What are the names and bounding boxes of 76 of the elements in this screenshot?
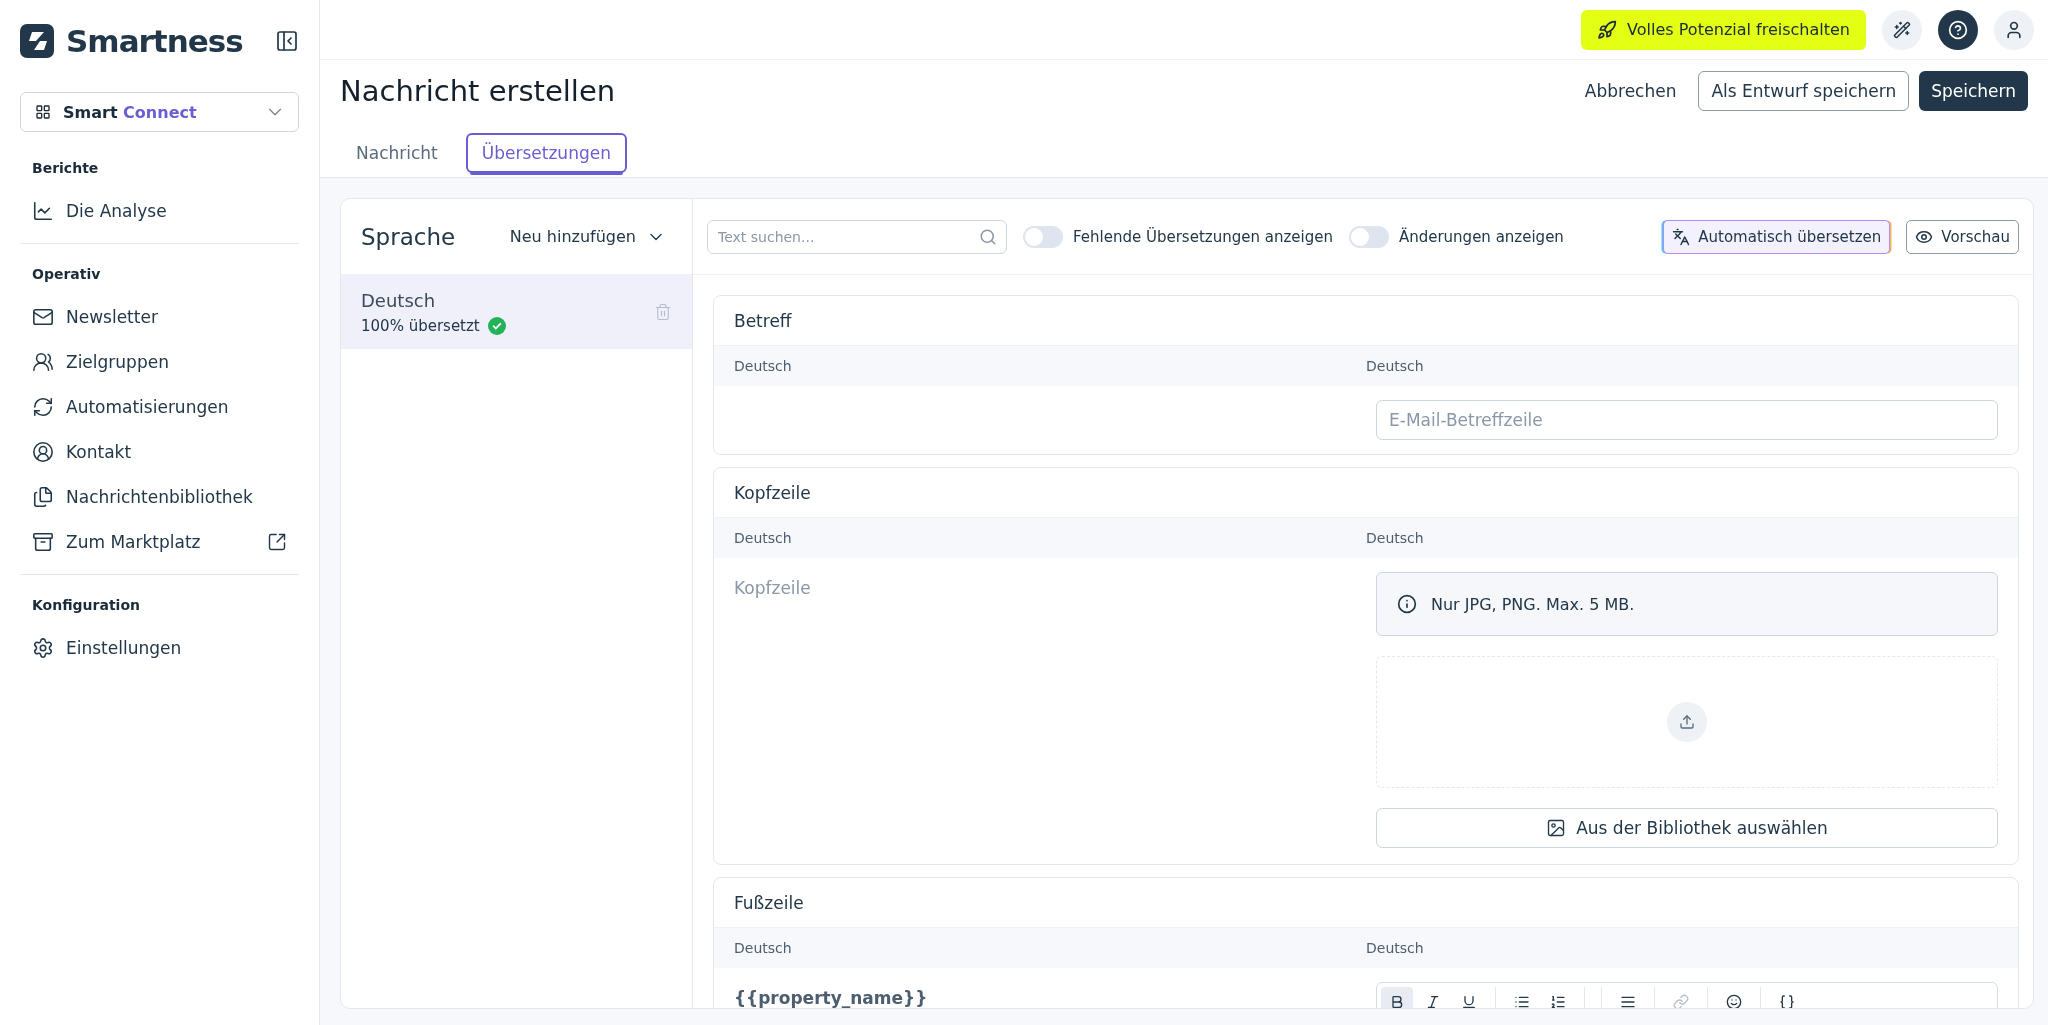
text-field[interactable]: E-Mail-Betreffzeile	[1376, 400, 1998, 440]
language-row[interactable]: Deutsch 100% übersetzt	[341, 275, 692, 349]
nav-item[interactable]: Kontakt	[20, 429, 299, 474]
nav-icon	[32, 440, 54, 463]
translation-status: 100% übersetzt	[361, 316, 480, 335]
panel-title: Sprache	[361, 223, 457, 250]
nav-item[interactable]: Automatisierungen	[20, 384, 299, 429]
column-header: Deutsch	[734, 530, 793, 546]
nav-item[interactable]: Zielgruppen	[20, 339, 299, 384]
upgrade-button[interactable]: Volles Potenzial freischalten	[1581, 9, 1866, 50]
logo-icon	[20, 24, 54, 58]
magic-wand-icon	[1893, 20, 1911, 39]
image-icon	[1546, 818, 1567, 838]
italic-icon	[1425, 994, 1441, 1008]
magic-wand-button[interactable]	[1882, 9, 1922, 50]
toggle-switch[interactable]	[1023, 225, 1063, 248]
column-header: Deutsch	[734, 358, 793, 374]
toggle-label: Fehlende Übersetzungen anzeigen	[1073, 227, 1333, 246]
nav-icon	[32, 636, 54, 659]
info-icon	[1397, 594, 1417, 614]
nav-item[interactable]: Newsletter	[20, 294, 299, 339]
nav-item[interactable]: Einstellungen	[20, 625, 299, 670]
section-title: Betreff	[734, 310, 792, 331]
section-title: Kopfzeile	[734, 482, 811, 503]
search-field[interactable]: Text suchen...	[707, 219, 1007, 254]
section-heading: Konfiguration	[32, 597, 141, 613]
source-text: {{property_name}}	[734, 987, 929, 1008]
section-title: Fußzeile	[734, 892, 804, 913]
column-header: Deutsch	[1366, 358, 1425, 374]
link-icon	[1673, 994, 1689, 1008]
info-text: Nur JPG, PNG. Max. 5 MB.	[1431, 594, 1635, 614]
nav-icon	[32, 199, 54, 222]
auto-translate-button[interactable]: Automatisch übersetzen	[1663, 219, 1891, 254]
smiley-icon	[1726, 994, 1742, 1008]
nav-item[interactable]: Zum Marktplatz	[20, 519, 299, 564]
bold-button[interactable]	[1381, 987, 1413, 1008]
align-icon	[1620, 994, 1636, 1008]
braces-icon	[1779, 994, 1795, 1008]
toggle-switch[interactable]	[1348, 225, 1389, 248]
nav-icon	[32, 530, 54, 553]
search-icon	[979, 227, 997, 246]
nav-icon	[32, 350, 54, 373]
underline-icon	[1461, 994, 1477, 1008]
bullet-list-icon	[1514, 994, 1530, 1008]
rocket-icon	[1597, 19, 1618, 40]
nav-icon	[32, 395, 54, 418]
library-button[interactable]: Aus der Bibliothek auswählen	[1376, 808, 1998, 848]
grid-icon	[35, 104, 51, 120]
page-title: Nachricht erstellen	[340, 74, 617, 108]
column-header: Deutsch	[734, 940, 793, 956]
user-icon	[2004, 19, 2024, 40]
user-button[interactable]	[1994, 9, 2034, 50]
brand-name: Smartness	[66, 23, 244, 59]
language-name: Deutsch	[361, 289, 437, 311]
nav-icon	[32, 485, 54, 508]
product-switcher[interactable]: Smart Connect	[20, 92, 299, 132]
source-text: Kopfzeile	[734, 577, 812, 600]
bold-icon	[1389, 994, 1405, 1008]
tab[interactable]: Übersetzungen	[465, 133, 627, 173]
nav-item[interactable]: Die Analyse	[20, 188, 299, 233]
add-language-button[interactable]: Neu hinzufügen	[503, 225, 672, 248]
preview-button[interactable]: Vorschau	[1906, 219, 2019, 254]
column-header: Deutsch	[1366, 940, 1425, 956]
numbered-list-icon	[1550, 994, 1566, 1008]
action-button[interactable]: Als Entwurf speichern	[1698, 71, 1910, 111]
nav-item[interactable]: Nachrichtenbibliothek	[20, 474, 299, 519]
check-circle-icon	[487, 316, 506, 335]
section-heading: Operativ	[32, 266, 102, 282]
column-header: Deutsch	[1366, 530, 1425, 546]
section-heading: Berichte	[32, 160, 100, 176]
help-button[interactable]	[1938, 9, 1978, 50]
action-button[interactable]: Speichern	[1919, 71, 2028, 111]
toggle-label: Änderungen anzeigen	[1398, 227, 1564, 246]
help-icon	[1948, 19, 1968, 40]
collapse-sidebar-icon[interactable]	[275, 29, 299, 53]
translate-icon	[1672, 227, 1691, 246]
